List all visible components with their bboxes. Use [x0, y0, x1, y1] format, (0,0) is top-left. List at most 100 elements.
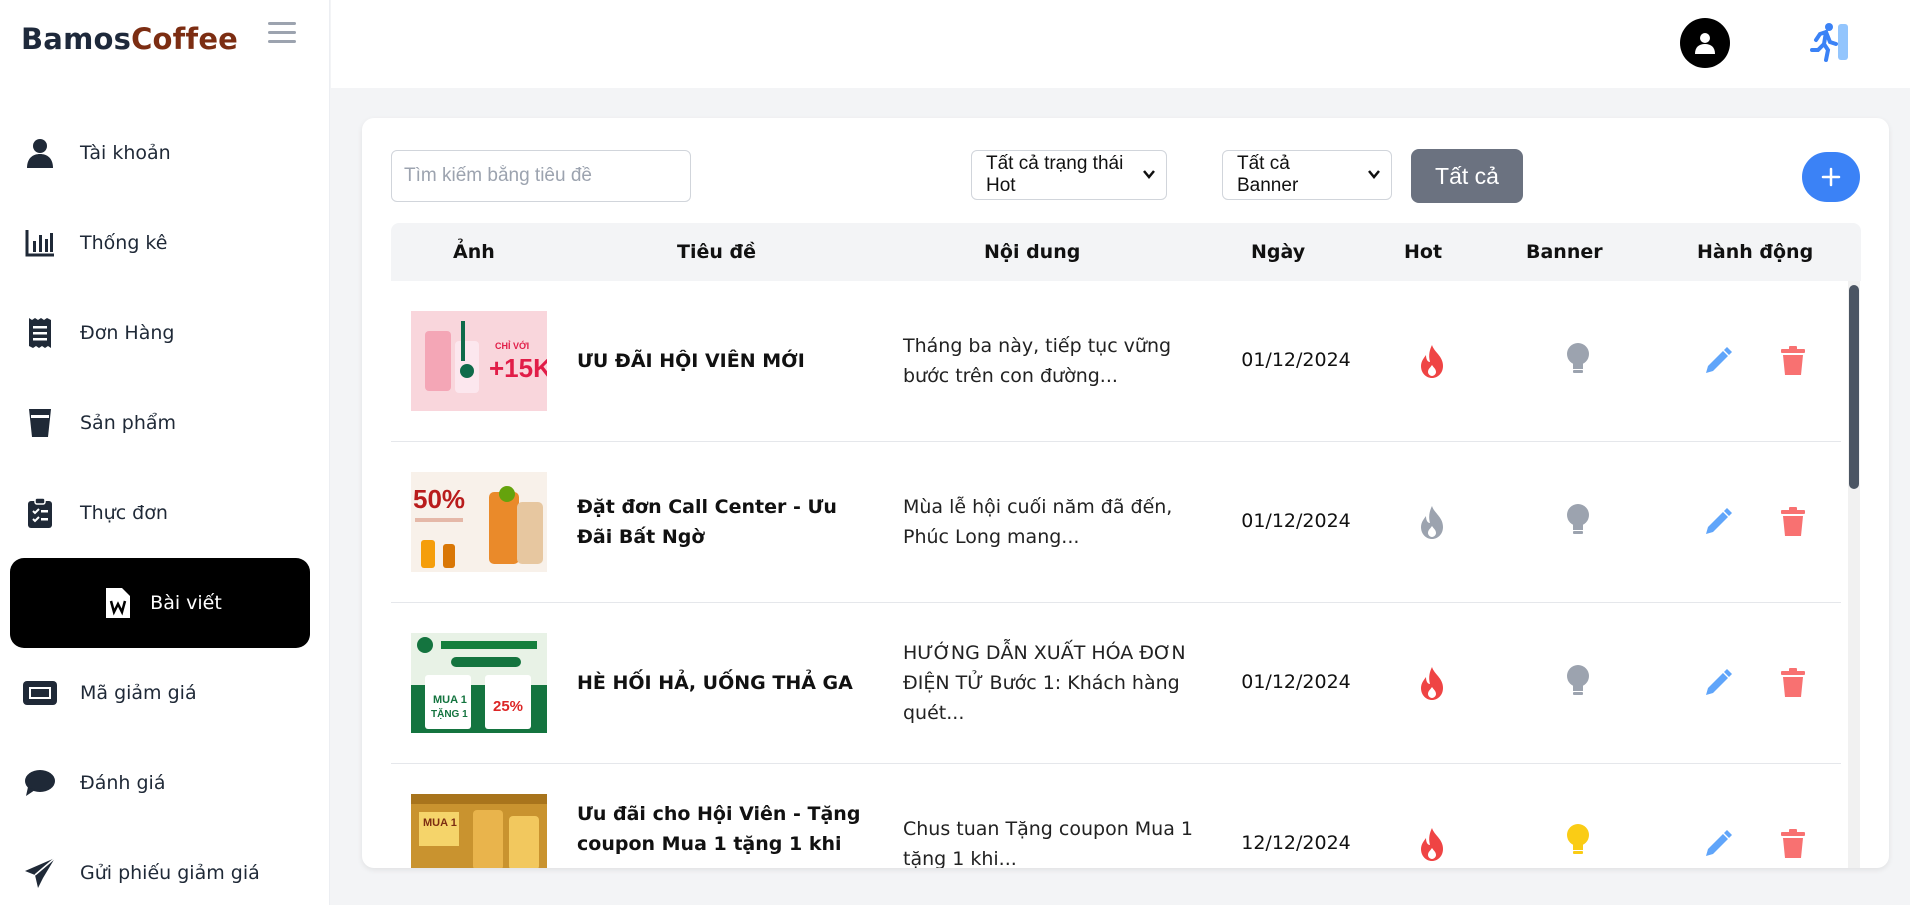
column-header-banner: Banner [1526, 241, 1603, 263]
column-header-content: Nội dung [984, 241, 1081, 263]
chevron-down-icon [1368, 170, 1380, 179]
edit-icon[interactable] [1703, 346, 1733, 376]
delete-icon[interactable] [1779, 507, 1807, 537]
fire-icon-hot[interactable] [1415, 665, 1449, 701]
post-thumbnail: 50% [411, 472, 547, 572]
sidebar-item-account[interactable]: Tài khoản [0, 108, 330, 198]
logout-icon[interactable] [1808, 20, 1852, 64]
sidebar-item-label: Đơn Hàng [80, 322, 175, 344]
post-content: Mùa lễ hội cuối năm đã đến, Phúc Long ma… [903, 496, 1173, 548]
table-row: MUA 1 Ưu đãi cho Hội Viên - Tặng coupon … [391, 764, 1841, 868]
sidebar-item-label: Mã giảm giá [80, 682, 197, 704]
clipboard-icon [20, 493, 60, 533]
fire-icon-hot[interactable] [1415, 343, 1449, 379]
banner-filter-select[interactable]: Tất cả Banner [1222, 150, 1392, 200]
column-header-hot: Hot [1404, 241, 1443, 263]
delete-icon[interactable] [1779, 829, 1807, 859]
thumb-text: 50% [413, 484, 465, 514]
menu-toggle-icon[interactable] [268, 22, 296, 46]
plus-icon [1821, 167, 1841, 187]
table-row: CHỈ VỚI +15K ƯU ĐÃI HỘI VIÊN MỚI Tháng b… [391, 281, 1841, 442]
fire-icon-hot[interactable] [1415, 826, 1449, 862]
svg-text:CHỈ VỚI: CHỈ VỚI [495, 340, 529, 351]
sidebar-item-label: Thống kê [80, 232, 168, 254]
post-title: ƯU ĐÃI HỘI VIÊN MỚI [577, 350, 805, 372]
lightbulb-icon-off[interactable] [1561, 663, 1595, 699]
column-header-actions: Hành động [1697, 241, 1814, 263]
post-title: Đặt đơn Call Center - Ưu Đãi Bất Ngờ [577, 496, 837, 548]
sidebar-item-menu[interactable]: Thực đơn [0, 468, 330, 558]
fire-icon-off[interactable] [1415, 504, 1449, 540]
post-date: 01/12/2024 [1241, 671, 1351, 693]
sidebar-item-label: Bài viết [150, 592, 222, 614]
lightbulb-icon-on[interactable] [1561, 822, 1595, 858]
brand-part1: Bamos [21, 22, 132, 56]
post-thumbnail: MUA 1 [411, 794, 547, 868]
post-thumbnail: MUA 1 TẶNG 1 25% [411, 633, 547, 733]
sidebar-item-reviews[interactable]: Đánh giá [0, 738, 330, 828]
table-scrollbar[interactable] [1848, 281, 1860, 868]
posts-card: Tất cả trạng thái Hot Tất cả Banner Tất … [362, 118, 1889, 868]
svg-text:TẶNG 1: TẶNG 1 [431, 707, 468, 720]
hot-filter-select[interactable]: Tất cả trạng thái Hot [971, 150, 1167, 200]
post-date: 01/12/2024 [1241, 510, 1351, 532]
post-title: HÈ HỐI HẢ, UỐNG THẢ GA [577, 672, 853, 694]
document-icon [98, 583, 138, 623]
ticket-icon [20, 673, 60, 713]
chevron-down-icon [1143, 170, 1155, 179]
svg-text:25%: 25% [493, 698, 523, 715]
scrollbar-thumb[interactable] [1849, 285, 1859, 489]
lightbulb-icon-off[interactable] [1561, 502, 1595, 538]
banner-filter-value: Tất cả Banner [1237, 153, 1299, 196]
table-header: Ảnh Tiêu đề Nội dung Ngày Hot Banner Hàn… [391, 223, 1861, 281]
column-header-image: Ảnh [453, 241, 495, 263]
sidebar-item-label: Gửi phiếu giảm giá [80, 862, 260, 884]
table-body: CHỈ VỚI +15K ƯU ĐÃI HỘI VIÊN MỚI Tháng b… [391, 281, 1861, 868]
brand-logo[interactable]: BamosCoffee [21, 22, 238, 56]
thumb-text: MUA 1 [433, 694, 467, 706]
user-icon [20, 133, 60, 173]
thumb-text: MUA 1 [423, 817, 457, 829]
table-row: 50% Đặt đơn Call Center - Ưu Đãi Bất Ngờ… [391, 442, 1841, 603]
post-date: 12/12/2024 [1241, 832, 1351, 854]
sidebar-item-orders[interactable]: Đơn Hàng [0, 288, 330, 378]
post-thumbnail: CHỈ VỚI +15K [411, 311, 547, 411]
hot-filter-value: Tất cả trạng thái Hot [986, 153, 1124, 196]
sidebar-item-send-coupon[interactable]: Gửi phiếu giảm giá [0, 828, 330, 905]
post-content: Tháng ba này, tiếp tục vững bước trên co… [903, 335, 1172, 387]
chart-icon [20, 223, 60, 263]
sidebar-item-statistics[interactable]: Thống kê [0, 198, 330, 288]
posts-table: Ảnh Tiêu đề Nội dung Ngày Hot Banner Hàn… [391, 223, 1861, 868]
cup-icon [20, 403, 60, 443]
sidebar-item-discount-codes[interactable]: Mã giảm giá [0, 648, 330, 738]
column-header-date: Ngày [1251, 241, 1306, 263]
add-post-button[interactable] [1802, 152, 1860, 202]
receipt-icon [20, 313, 60, 353]
post-content: Chus tuan Tặng coupon Mua 1 tặng 1 khi..… [903, 818, 1193, 868]
edit-icon[interactable] [1703, 507, 1733, 537]
sidebar-item-posts[interactable]: Bài viết [10, 558, 310, 648]
show-all-button[interactable]: Tất cả [1411, 149, 1523, 203]
sidebar-item-products[interactable]: Sản phẩm [0, 378, 330, 468]
post-title: Ưu đãi cho Hội Viên - Tặng coupon Mua 1 … [577, 803, 861, 868]
search-input[interactable] [391, 150, 691, 202]
sidebar-item-label: Thực đơn [80, 502, 168, 524]
edit-icon[interactable] [1703, 668, 1733, 698]
delete-icon[interactable] [1779, 668, 1807, 698]
user-avatar-icon[interactable] [1680, 18, 1730, 68]
table-row: MUA 1 TẶNG 1 25% HÈ HỐI HẢ, UỐNG THẢ GA … [391, 603, 1841, 764]
sidebar-item-label: Tài khoản [80, 142, 171, 164]
column-header-title: Tiêu đề [677, 241, 756, 263]
comment-icon [20, 763, 60, 803]
sidebar: BamosCoffee Tài khoản Thống kê Đơn Hàng [0, 0, 330, 905]
send-icon [20, 853, 60, 893]
thumb-text: +15K [489, 353, 547, 383]
post-content: HƯỚNG DẪN XUẤT HÓA ĐƠN ĐIỆN TỬ Bước 1: K… [903, 642, 1186, 724]
sidebar-item-label: Đánh giá [80, 772, 166, 794]
top-bar [331, 0, 1910, 88]
delete-icon[interactable] [1779, 346, 1807, 376]
lightbulb-icon-off[interactable] [1561, 341, 1595, 377]
edit-icon[interactable] [1703, 829, 1733, 859]
sidebar-nav: Tài khoản Thống kê Đơn Hàng Sản phẩm Thự… [0, 108, 330, 905]
post-date: 01/12/2024 [1241, 349, 1351, 371]
